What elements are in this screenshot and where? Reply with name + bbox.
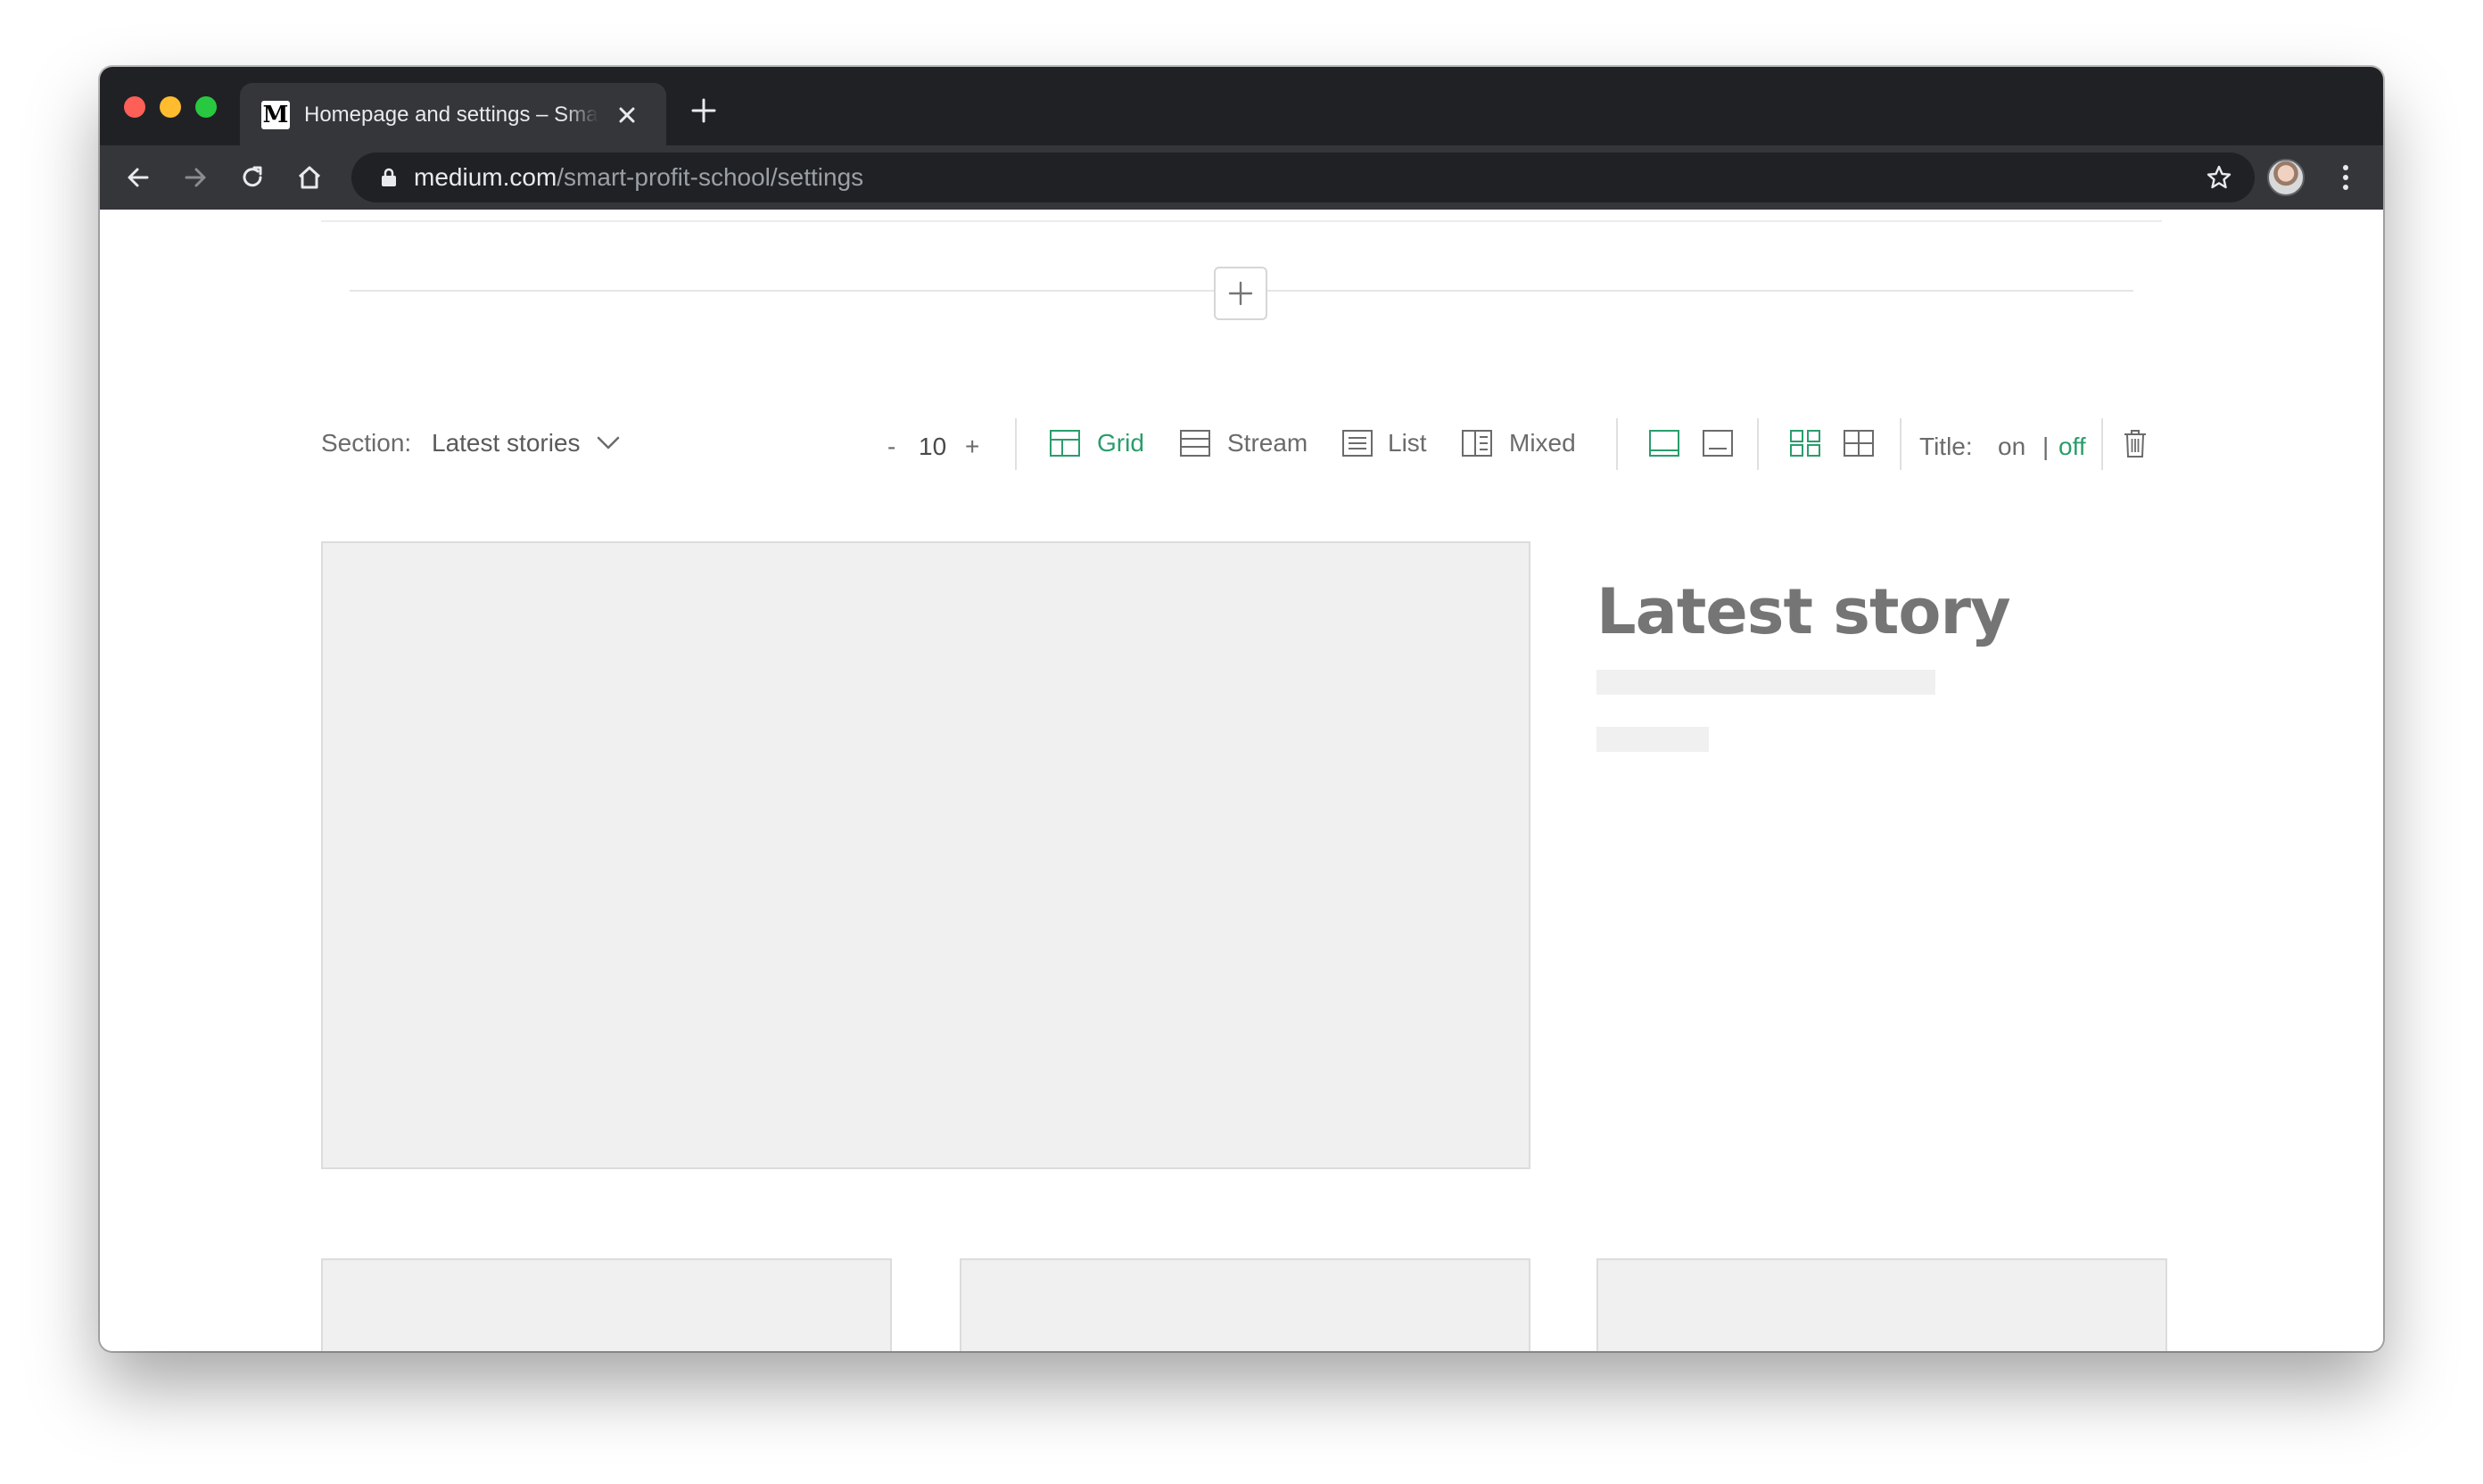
- story-count: 10: [919, 433, 947, 460]
- tab-close-icon[interactable]: [613, 101, 641, 129]
- medium-favicon-icon: M: [261, 101, 290, 129]
- layout-stream-option[interactable]: Stream: [1227, 416, 1307, 470]
- separator: [1900, 418, 1901, 470]
- address-bar[interactable]: medium.com/smart-profit-school/settings: [351, 153, 2255, 202]
- reload-icon[interactable]: [236, 161, 268, 194]
- home-icon[interactable]: [293, 161, 326, 194]
- forward-icon[interactable]: [179, 161, 211, 194]
- count-increase-button[interactable]: +: [965, 420, 979, 474]
- separator: [1616, 418, 1618, 470]
- url-host: medium.com: [414, 163, 557, 191]
- tab-title: Homepage and settings – Smart Profit Sch…: [304, 103, 598, 127]
- section-label: Section:: [321, 429, 412, 457]
- story-card-placeholder[interactable]: [1596, 1258, 2167, 1351]
- trash-icon[interactable]: [2121, 427, 2149, 459]
- mixed-layout-icon[interactable]: [1461, 429, 1493, 458]
- browser-toolbar: medium.com/smart-profit-school/settings: [100, 145, 2383, 210]
- star-icon[interactable]: [2205, 163, 2233, 192]
- tab-title-fade: [563, 100, 598, 130]
- separator: [1757, 418, 1759, 470]
- stream-layout-icon[interactable]: [1179, 429, 1211, 458]
- browser-tab[interactable]: M Homepage and settings – Smart Profit S…: [240, 83, 666, 145]
- profile-avatar[interactable]: [2267, 159, 2305, 196]
- minimize-window-button[interactable]: [160, 96, 181, 118]
- layout-mixed-option[interactable]: Mixed: [1509, 416, 1576, 470]
- lock-icon[interactable]: [378, 167, 400, 188]
- back-icon[interactable]: [122, 161, 154, 194]
- meta-placeholder: [1596, 727, 1709, 752]
- title-off-option[interactable]: off: [2058, 420, 2086, 474]
- url-path: /smart-profit-school/settings: [557, 163, 864, 191]
- chevron-down-icon[interactable]: [596, 434, 621, 452]
- new-tab-icon[interactable]: [690, 97, 717, 124]
- page-content: Section: Latest stories - 10 + Grid Stre…: [100, 210, 2383, 1351]
- count-decrease-button[interactable]: -: [887, 420, 895, 474]
- featured-story-image-placeholder[interactable]: [321, 541, 1530, 1169]
- subtitle-placeholder: [1596, 670, 1935, 695]
- image-bottom-icon[interactable]: [1702, 429, 1734, 458]
- separator: [1015, 418, 1017, 470]
- divider: [321, 220, 2162, 222]
- small-grid-icon[interactable]: [1789, 429, 1821, 458]
- kebab-menu-icon[interactable]: [2340, 161, 2351, 194]
- story-card-placeholder[interactable]: [960, 1258, 1530, 1351]
- large-grid-icon[interactable]: [1843, 429, 1875, 458]
- close-window-button[interactable]: [124, 96, 145, 118]
- separator: [2101, 418, 2103, 470]
- layout-list-option[interactable]: List: [1388, 416, 1427, 470]
- grid-layout-icon[interactable]: [1049, 429, 1081, 458]
- title-on-option[interactable]: on: [1998, 420, 2025, 474]
- tab-bar: M Homepage and settings – Smart Profit S…: [100, 67, 2383, 145]
- title-label: Title:: [1919, 433, 1973, 460]
- zoom-window-button[interactable]: [195, 96, 217, 118]
- section-controls: Section: Latest stories - 10 + Grid Stre…: [100, 416, 2383, 488]
- story-card-placeholder[interactable]: [321, 1258, 892, 1351]
- section-dropdown[interactable]: Latest stories: [432, 416, 581, 470]
- image-top-icon[interactable]: [1648, 429, 1680, 458]
- title-separator: |: [2042, 433, 2050, 460]
- plus-icon: [1228, 281, 1253, 306]
- list-layout-icon[interactable]: [1341, 429, 1373, 458]
- url-text: medium.com/smart-profit-school/settings: [414, 153, 863, 202]
- add-section-button[interactable]: [1214, 267, 1267, 320]
- featured-story-title[interactable]: Latest story: [1596, 575, 2011, 648]
- browser-window: M Homepage and settings – Smart Profit S…: [100, 67, 2383, 1351]
- layout-grid-option[interactable]: Grid: [1097, 416, 1144, 470]
